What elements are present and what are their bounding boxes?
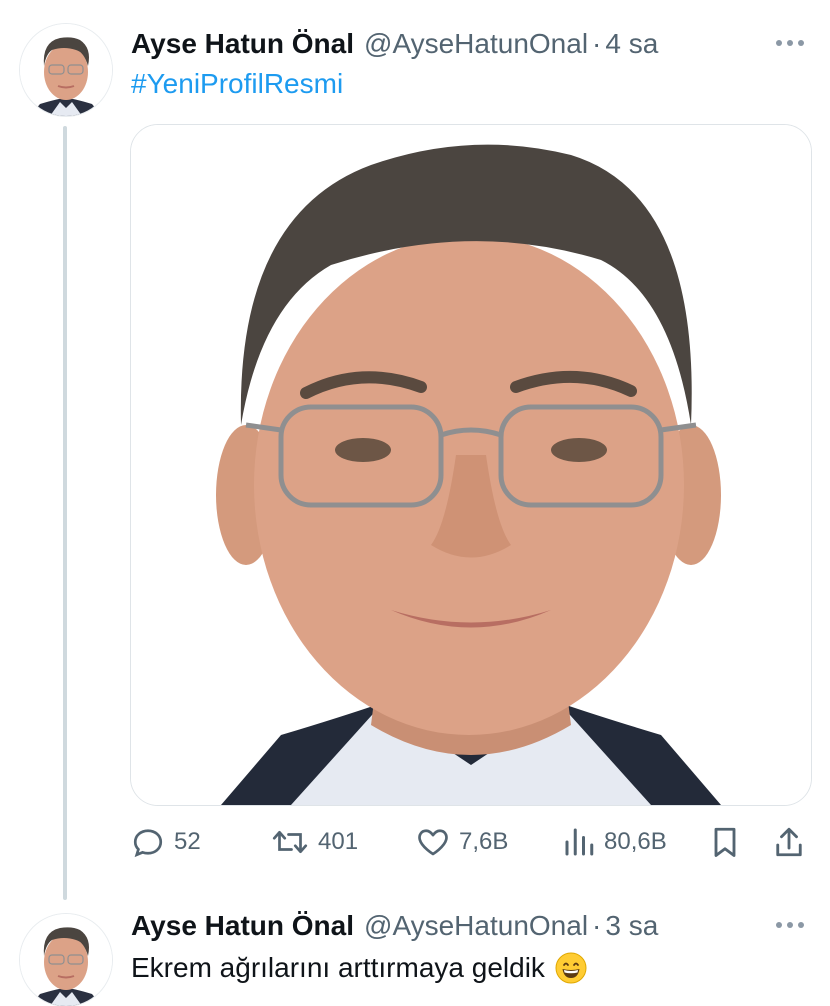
tweet[interactable]: Ayse Hatun Önal @AyseHatunOnal · 4 sa #Y… xyxy=(0,0,830,900)
retweet-button[interactable]: 401 xyxy=(270,820,358,864)
bookmark-button[interactable] xyxy=(710,820,740,864)
retweet-icon xyxy=(272,830,308,854)
tweet-text: Ekrem ağrılarını arttırmaya geldik xyxy=(131,952,587,984)
share-icon xyxy=(776,827,802,857)
author-name[interactable]: Ayse Hatun Önal xyxy=(131,28,354,60)
more-icon[interactable] xyxy=(770,910,810,940)
like-count: 7,6B xyxy=(459,828,509,855)
like-button[interactable]: 7,6B xyxy=(415,820,508,864)
share-button[interactable] xyxy=(772,820,806,864)
tweet-header: Ayse Hatun Önal @AyseHatunOnal · 4 sa xyxy=(131,24,658,64)
reply-count: 52 xyxy=(174,828,201,855)
tweet-text-content: Ekrem ağrılarını arttırmaya geldik xyxy=(131,952,545,983)
tweet-actions: 52 401 7,6B 80,6B xyxy=(130,820,810,864)
thread-line xyxy=(63,126,67,900)
bookmark-icon xyxy=(714,827,736,857)
avatar[interactable] xyxy=(20,24,112,116)
views-count: 80,6B xyxy=(604,828,667,855)
heart-icon xyxy=(418,829,448,856)
separator: · xyxy=(592,910,602,941)
portrait-photo xyxy=(131,125,811,805)
avatar[interactable] xyxy=(20,914,112,1006)
more-icon[interactable] xyxy=(770,28,810,58)
hashtag-link[interactable]: #YeniProfilResmi xyxy=(131,68,343,100)
tweet-time[interactable]: 4 sa xyxy=(605,28,658,60)
author-handle[interactable]: @AyseHatunOnal xyxy=(364,910,588,942)
avatar-image xyxy=(20,24,112,116)
views-button[interactable]: 80,6B xyxy=(562,820,667,864)
retweet-count: 401 xyxy=(318,828,359,855)
separator: · xyxy=(592,28,602,59)
tweet-media[interactable] xyxy=(130,124,812,806)
tweet-time[interactable]: 3 sa xyxy=(605,910,658,942)
tweet[interactable]: Ayse Hatun Önal @AyseHatunOnal · 3 sa Ek… xyxy=(0,900,830,1006)
views-icon xyxy=(565,828,594,856)
reply-icon xyxy=(133,829,163,858)
reply-button[interactable]: 52 xyxy=(130,820,201,864)
tweet-header: Ayse Hatun Önal @AyseHatunOnal · 3 sa xyxy=(131,906,658,946)
grinning-face-emoji xyxy=(555,952,587,984)
avatar-image xyxy=(20,914,112,1006)
author-name[interactable]: Ayse Hatun Önal xyxy=(131,910,354,942)
author-handle[interactable]: @AyseHatunOnal xyxy=(364,28,588,60)
